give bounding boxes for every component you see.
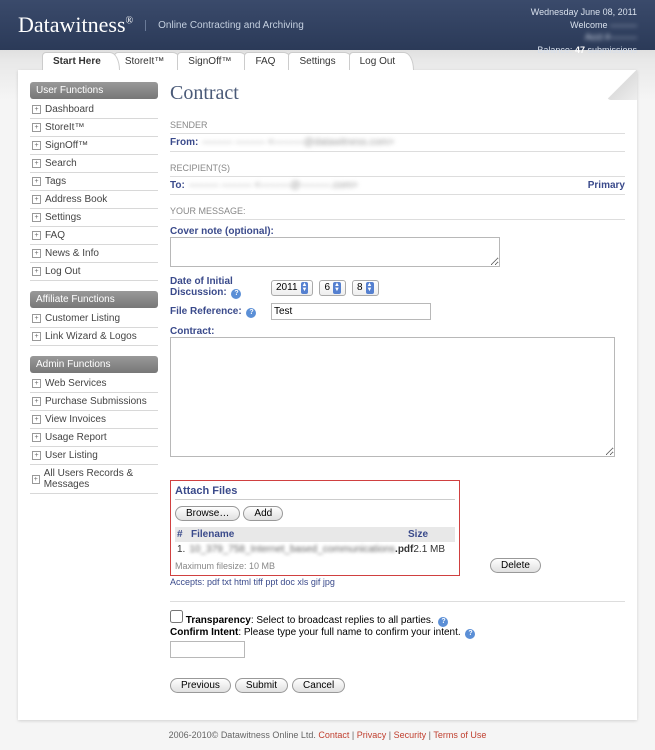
plus-icon: + [32,332,41,341]
recipients-section: RECIPIENT(S) [170,160,625,177]
primary-badge: Primary [588,180,625,191]
confirm-input[interactable] [170,641,245,658]
tab-logout[interactable]: Log Out [349,52,415,70]
plus-icon: + [32,141,41,150]
info-icon[interactable]: ? [231,289,241,299]
sidebar-item-logout[interactable]: +Log Out [30,263,158,281]
plus-icon: + [32,314,41,323]
add-button[interactable]: Add [243,506,283,521]
attach-files-box: Attach Files Browse… Add # Filename Size… [170,480,460,576]
from-row: From: ——— ——— <———@datawitness.com> [170,134,625,152]
sidebar-item-usage-report[interactable]: +Usage Report [30,429,158,447]
file-table-header: # Filename Size [175,527,455,542]
cancel-button[interactable]: Cancel [292,678,345,693]
date-label: Date of Initial Discussion: ? [170,276,265,299]
plus-icon: + [32,177,41,186]
accepts-note: Accepts: pdf txt html tiff ppt doc xls g… [170,577,625,587]
page-corner-icon [607,70,637,100]
browse-button[interactable]: Browse… [175,506,240,521]
sidebar-item-tags[interactable]: +Tags [30,173,158,191]
confirm-row: Confirm Intent: Please type your full na… [170,627,625,658]
plus-icon: + [32,451,41,460]
plus-icon: + [32,213,41,222]
cover-note-input[interactable] [170,237,500,267]
sidebar-item-settings[interactable]: +Settings [30,209,158,227]
header: Datawitness® Online Contracting and Arch… [0,0,655,50]
max-filesize-note: Maximum filesize: 10 MB [175,561,455,571]
sidebar-item-storeit[interactable]: +StoreIt™ [30,119,158,137]
plus-icon: + [32,231,41,240]
attach-heading: Attach Files [175,485,455,500]
tab-faq[interactable]: FAQ [244,52,294,70]
logo: Datawitness® [18,12,133,38]
sidebar-item-search[interactable]: +Search [30,155,158,173]
info-icon[interactable]: ? [246,308,256,318]
tab-storeit[interactable]: StoreIt™ [114,52,183,70]
info-icon[interactable]: ? [438,617,448,627]
submit-button[interactable]: Submit [235,678,288,693]
tagline: Online Contracting and Archiving [145,20,304,31]
sidebar: User Functions +Dashboard +StoreIt™ +Sig… [30,82,158,708]
contract-input[interactable] [170,337,615,457]
to-row: To: ——— ——— <———@———.com> Primary [170,177,625,195]
header-info: Wednesday June 08, 2011 Welcome ——— Acct… [531,6,637,56]
delete-button[interactable]: Delete [490,558,541,573]
sidebar-item-dashboard[interactable]: +Dashboard [30,101,158,119]
plus-icon: + [32,475,40,484]
plus-icon: + [32,415,41,424]
tab-start-here[interactable]: Start Here [42,52,120,70]
sidebar-user-header: User Functions [30,82,158,99]
plus-icon: + [32,195,41,204]
sidebar-item-faq[interactable]: +FAQ [30,227,158,245]
footer-contact[interactable]: Contact [318,730,349,740]
plus-icon: + [32,159,41,168]
contract-label: Contract: [170,326,625,337]
sidebar-item-purchase-submissions[interactable]: +Purchase Submissions [30,393,158,411]
footer-privacy[interactable]: Privacy [357,730,387,740]
plus-icon: + [32,379,41,388]
footer-security[interactable]: Security [394,730,427,740]
year-stepper[interactable]: 2011▲▼ [271,280,313,296]
sidebar-item-link-wizard[interactable]: +Link Wizard & Logos [30,328,158,346]
plus-icon: + [32,397,41,406]
file-row: 1. 10_379_758_Internet_based_communicati… [175,542,455,557]
sidebar-item-web-services[interactable]: +Web Services [30,375,158,393]
plus-icon: + [32,433,41,442]
sidebar-item-addressbook[interactable]: +Address Book [30,191,158,209]
transparency-row: Transparency: Select to broadcast replie… [170,610,625,627]
content: Contract SENDER From: ——— ——— <———@dataw… [170,82,625,708]
fileref-label: File Reference: ? [170,306,265,318]
sidebar-item-user-listing[interactable]: +User Listing [30,447,158,465]
fileref-input[interactable] [271,303,431,320]
month-stepper[interactable]: 6▲▼ [319,280,346,296]
transparency-checkbox[interactable] [170,610,183,623]
sidebar-item-all-users-records[interactable]: +All Users Records & Messages [30,465,158,494]
tab-signoff[interactable]: SignOff™ [177,52,250,70]
header-date: Wednesday June 08, 2011 [531,6,637,19]
sidebar-item-news[interactable]: +News & Info [30,245,158,263]
sidebar-admin-header: Admin Functions [30,356,158,373]
tab-settings[interactable]: Settings [288,52,354,70]
sender-section: SENDER [170,117,625,134]
cover-note-label: Cover note (optional): [170,226,625,237]
your-message-section: YOUR MESSAGE: [170,203,625,220]
sidebar-affiliate-header: Affiliate Functions [30,291,158,308]
sidebar-item-customer-listing[interactable]: +Customer Listing [30,310,158,328]
plus-icon: + [32,249,41,258]
page-title: Contract [170,82,625,105]
day-stepper[interactable]: 8▲▼ [352,280,379,296]
sidebar-item-signoff[interactable]: +SignOff™ [30,137,158,155]
footer-terms[interactable]: Terms of Use [433,730,486,740]
previous-button[interactable]: Previous [170,678,231,693]
plus-icon: + [32,267,41,276]
info-icon[interactable]: ? [465,629,475,639]
plus-icon: + [32,123,41,132]
plus-icon: + [32,105,41,114]
sidebar-item-view-invoices[interactable]: +View Invoices [30,411,158,429]
